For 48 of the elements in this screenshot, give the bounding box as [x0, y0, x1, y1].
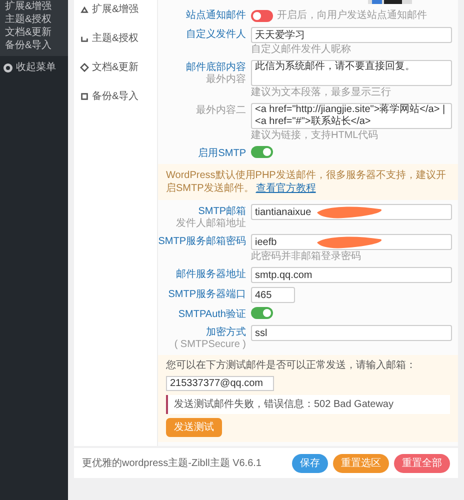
- toggle-switch[interactable]: [251, 307, 273, 319]
- notice-text: WordPress默认使用PHP发送邮件，很多服务器不支持，建议开启SMTP发送邮件。 查看官方教程: [158, 164, 458, 200]
- error-message: 发送测试邮件失败，错误信息：502 Bad Gateway: [166, 395, 450, 414]
- field-hint: 建议为链接，支持HTML代码: [251, 130, 380, 142]
- nav-icon: [80, 34, 89, 43]
- toggle-switch[interactable]: [251, 10, 273, 22]
- field-label: SMTP服务器端口: [168, 289, 246, 301]
- field-hint: 建议为文本段落，最多显示三行: [251, 87, 392, 99]
- field-label: 站点通知邮件: [186, 10, 246, 22]
- field-sublabel: ( SMTPSecure ): [174, 339, 246, 351]
- email-field[interactable]: 215337377@qq.com: [166, 376, 274, 391]
- field-label: 加密方式: [206, 327, 246, 339]
- input-field[interactable]: ssl: [251, 325, 452, 341]
- settings-nav-item[interactable]: 文档&更新: [74, 60, 157, 75]
- tutorial-link[interactable]: 查看官方教程: [256, 183, 316, 194]
- field-sublabel: 最外内容: [206, 74, 246, 86]
- field-label: SMTP服务邮箱密码: [158, 236, 246, 248]
- nav-icon: [80, 5, 89, 14]
- field-description: 开启后，向用户发送站点通知邮件: [277, 8, 427, 23]
- textarea-field[interactable]: <a href="http://jiangjie.site">蒋学网站</a> | <a href="#">联系站长</a>: [251, 103, 452, 129]
- field-label: 邮件底部内容: [186, 62, 246, 74]
- menu-item[interactable]: 主题&授权: [0, 13, 68, 26]
- menu-item[interactable]: 文档&更新: [0, 26, 68, 39]
- menu-item[interactable]: 扩展&增强: [0, 0, 68, 13]
- field-label: 启用SMTP: [198, 148, 246, 160]
- input-field[interactable]: 天天爱学习: [251, 27, 452, 43]
- field-label: 自定义发件人: [186, 29, 246, 41]
- field-label: SMTP邮箱: [198, 206, 246, 218]
- settings-nav-item[interactable]: 主题&授权: [74, 31, 157, 46]
- collapse-menu-button[interactable]: 收起菜单: [0, 60, 68, 75]
- field-label: SMTPAuth验证: [178, 309, 246, 321]
- field-sublabel: 发件人邮箱地址: [176, 218, 246, 230]
- field-hint: 此密码并非邮箱登录密码: [251, 251, 362, 263]
- footer-credit: 更优雅的wordpress主题-Zibll主题 V6.6.1: [82, 456, 262, 470]
- test-prompt: 您可以在下方测试邮件是否可以正常发送，请输入邮箱：: [166, 360, 416, 372]
- toggle-switch[interactable]: [251, 146, 273, 158]
- field-label: 最外内容二: [196, 105, 246, 117]
- settings-nav-item[interactable]: 备份&导入: [74, 89, 157, 104]
- nav-icon: [80, 63, 89, 72]
- textarea-field[interactable]: 此信为系统邮件，请不要直接回复。: [251, 60, 452, 86]
- input-field[interactable]: smtp.qq.com: [251, 267, 452, 283]
- settings-nav-item[interactable]: 扩展&增强: [74, 2, 157, 17]
- field-hint: 自定义邮件发件人昵称: [251, 44, 352, 56]
- input-field[interactable]: 465: [251, 287, 295, 303]
- nav-icon: [80, 92, 89, 101]
- field-label: 邮件服务器地址: [176, 269, 246, 281]
- collapse-icon: [3, 62, 13, 72]
- menu-item[interactable]: 备份&导入: [0, 39, 68, 52]
